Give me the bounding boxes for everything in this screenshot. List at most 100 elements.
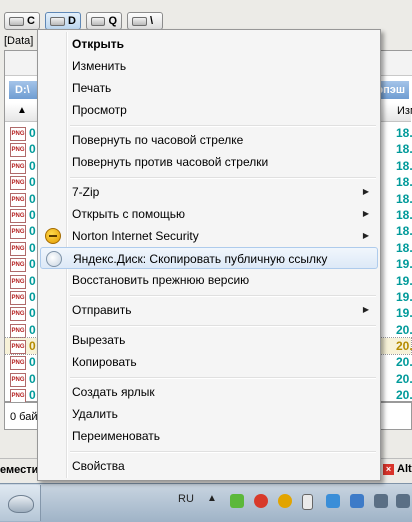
menu-item-label: Переименовать <box>72 429 160 443</box>
menu-item-label: Norton Internet Security <box>72 229 199 243</box>
file-date: 19.0 <box>396 257 412 272</box>
menu-item-label: Яндекс.Диск: Скопировать публичную ссылк… <box>73 252 328 266</box>
drive-button-q[interactable]: Q <box>86 12 122 30</box>
panel-path-suffix: эпэш <box>377 84 405 96</box>
png-file-icon: PNG <box>10 307 26 322</box>
menu-item-label: Просмотр <box>72 103 127 117</box>
menu-separator <box>70 325 376 327</box>
file-name: 0 <box>29 257 36 272</box>
file-name: 0 <box>29 175 36 190</box>
context-menu: Открыть Изменить Печать Просмотр Поверну… <box>37 29 381 481</box>
file-name: 0 <box>29 371 36 386</box>
submenu-arrow-icon: ▶ <box>362 305 369 314</box>
hard-disk-icon <box>50 16 65 26</box>
menu-item-restore-previous-version[interactable]: Восстановить прежнюю версию <box>40 269 378 291</box>
menu-item-print[interactable]: Печать <box>40 77 378 99</box>
file-name: 0 <box>29 207 36 222</box>
drive-letter: D <box>68 15 76 27</box>
menu-separator <box>70 177 376 179</box>
png-file-icon: PNG <box>10 143 26 158</box>
tray-norton-icon[interactable] <box>278 494 292 508</box>
menu-separator <box>70 451 376 453</box>
file-name: 0 <box>29 273 36 288</box>
png-file-icon: PNG <box>10 176 26 191</box>
png-file-icon: PNG <box>10 290 26 305</box>
exit-command-label: Alt <box>397 463 412 475</box>
menu-item-7zip[interactable]: 7-Zip ▶ <box>40 181 378 203</box>
png-file-icon: PNG <box>10 208 26 223</box>
language-indicator[interactable]: RU <box>178 493 194 505</box>
file-name: 0 <box>29 158 36 173</box>
tray-bluetooth-icon[interactable] <box>326 494 340 508</box>
menu-item-yandex-disk-copy-link[interactable]: Яндекс.Диск: Скопировать публичную ссылк… <box>40 247 378 269</box>
drive-button-c[interactable]: C <box>4 12 40 30</box>
menu-item-rotate-counterclockwise[interactable]: Повернуть против часовой стрелки <box>40 151 378 173</box>
norton-icon <box>45 228 61 244</box>
file-name: 0 <box>29 126 36 140</box>
drive-button-d[interactable]: D <box>45 12 81 30</box>
file-name: 0 <box>29 388 36 403</box>
file-name: 0 <box>29 306 36 321</box>
file-name: 0 <box>29 355 36 370</box>
battery-icon[interactable] <box>302 494 313 510</box>
menu-item-edit[interactable]: Изменить <box>40 55 378 77</box>
menu-separator <box>70 295 376 297</box>
taskbar: RU ▲ <box>0 483 412 522</box>
tray-dropbox-icon[interactable] <box>350 494 364 508</box>
submenu-arrow-icon: ▶ <box>362 209 369 218</box>
taskbar-app-button[interactable] <box>0 485 41 521</box>
file-name: 0 <box>29 191 36 206</box>
drive-button-root[interactable]: \ <box>127 12 163 30</box>
menu-item-label: Изменить <box>72 59 127 73</box>
tray-check-icon[interactable] <box>230 494 244 508</box>
menu-item-rename[interactable]: Переименовать <box>40 425 378 447</box>
sort-ascending-icon[interactable]: ▲ <box>17 105 27 116</box>
file-name: 0 <box>29 322 36 337</box>
file-date: 18.0 <box>396 158 412 173</box>
show-hidden-icons-icon[interactable]: ▲ <box>207 493 217 504</box>
png-file-icon: PNG <box>10 274 26 289</box>
network-icon[interactable] <box>374 494 388 508</box>
menu-item-copy[interactable]: Копировать <box>40 351 378 373</box>
menu-item-label: Открыть <box>72 37 125 51</box>
file-date: 20.0 <box>396 339 412 354</box>
volume-icon[interactable] <box>396 494 410 508</box>
file-date: 20.0 <box>396 388 412 403</box>
hard-disk-icon <box>132 16 147 26</box>
menu-item-label: Отправить <box>72 303 132 317</box>
menu-item-open[interactable]: Открыть <box>40 33 378 55</box>
menu-separator <box>70 377 376 379</box>
yandex-disk-icon <box>46 251 62 267</box>
menu-item-send-to[interactable]: Отправить ▶ <box>40 299 378 321</box>
file-date: 18.0 <box>396 207 412 222</box>
exit-command-button[interactable]: × Alt <box>383 463 412 475</box>
menu-item-label: Открыть с помощью <box>72 207 186 221</box>
menu-item-label: Создать ярлык <box>72 385 155 399</box>
drive-letter: C <box>27 15 35 27</box>
png-file-icon: PNG <box>10 258 26 273</box>
file-name: 0 <box>29 289 36 304</box>
submenu-arrow-icon: ▶ <box>362 231 369 240</box>
png-file-icon: PNG <box>10 159 26 174</box>
tray-mail-icon[interactable] <box>254 494 268 508</box>
menu-item-rotate-clockwise[interactable]: Повернуть по часовой стрелке <box>40 129 378 151</box>
file-date: 18.0 <box>396 142 412 157</box>
file-date: 18.0 <box>396 191 412 206</box>
menu-item-create-shortcut[interactable]: Создать ярлык <box>40 381 378 403</box>
png-file-icon: PNG <box>10 356 26 371</box>
menu-item-cut[interactable]: Вырезать <box>40 329 378 351</box>
menu-item-delete[interactable]: Удалить <box>40 403 378 425</box>
hard-disk-icon <box>91 16 106 26</box>
menu-item-label: Повернуть против часовой стрелки <box>72 155 269 169</box>
png-file-icon: PNG <box>10 127 26 141</box>
menu-item-norton[interactable]: Norton Internet Security ▶ <box>40 225 378 247</box>
file-date: 19.0 <box>396 289 412 304</box>
column-header-date[interactable]: Изм <box>397 105 412 117</box>
menu-item-preview[interactable]: Просмотр <box>40 99 378 121</box>
file-date: 19.0 <box>396 273 412 288</box>
drive-letter: \ <box>150 15 154 27</box>
file-date: 18.0 <box>396 126 412 140</box>
menu-item-properties[interactable]: Свойства <box>40 455 378 477</box>
menu-item-open-with[interactable]: Открыть с помощью ▶ <box>40 203 378 225</box>
menu-item-label: Копировать <box>72 355 137 369</box>
